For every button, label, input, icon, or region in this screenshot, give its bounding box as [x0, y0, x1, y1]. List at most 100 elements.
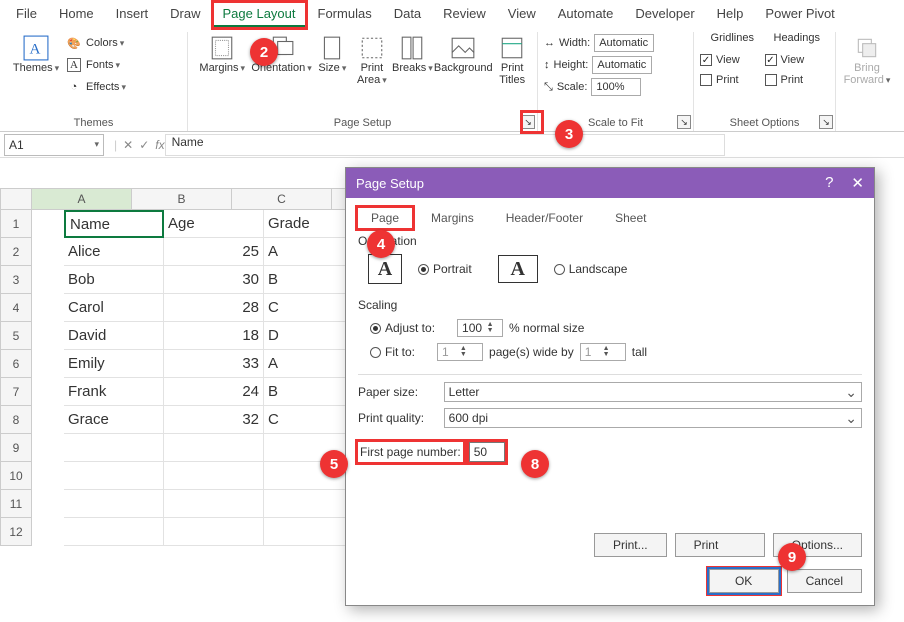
tab-power-pivot[interactable]: Power Pivot	[755, 2, 844, 28]
column-header[interactable]: B	[132, 188, 232, 210]
fit-wide-value[interactable]: 1▲▼	[437, 343, 483, 361]
tab-data[interactable]: Data	[384, 2, 431, 28]
cell[interactable]: David	[64, 322, 164, 350]
cancel-icon[interactable]: ✕	[123, 138, 133, 152]
first-page-number-input[interactable]: 50	[469, 442, 505, 462]
cell[interactable]: 33	[164, 350, 264, 378]
row-header[interactable]: 11	[0, 490, 32, 518]
cell[interactable]: 25	[164, 238, 264, 266]
cell[interactable]	[64, 434, 164, 462]
headings-view-check[interactable]: ✓View	[765, 50, 830, 70]
size-button[interactable]: Size	[313, 32, 353, 76]
row-header[interactable]: 5	[0, 322, 32, 350]
cell[interactable]: Emily	[64, 350, 164, 378]
tab-file[interactable]: File	[6, 2, 47, 28]
help-icon[interactable]: ?	[825, 174, 833, 192]
colors-button[interactable]: 🎨Colors	[66, 32, 126, 54]
accept-icon[interactable]: ✓	[139, 138, 149, 152]
dialog-tab-margins[interactable]: Margins	[416, 206, 489, 230]
tab-automate[interactable]: Automate	[548, 2, 624, 28]
fit-to-radio[interactable]: Fit to:	[370, 345, 415, 359]
row-header[interactable]: 12	[0, 518, 32, 546]
bring-forward-button[interactable]: Bring Forward	[842, 32, 892, 88]
row-header[interactable]: 10	[0, 462, 32, 490]
dialog-tab-sheet[interactable]: Sheet	[600, 206, 661, 230]
landscape-radio[interactable]: Landscape	[554, 262, 628, 276]
tab-home[interactable]: Home	[49, 2, 104, 28]
tab-insert[interactable]: Insert	[106, 2, 159, 28]
fit-tall-value[interactable]: 1▲▼	[580, 343, 626, 361]
ok-button[interactable]: OK	[709, 569, 779, 593]
sheet-options-dialog-launcher[interactable]: ↘	[819, 115, 833, 129]
print-area-button[interactable]: Print Area	[352, 32, 392, 88]
cell[interactable]: 28	[164, 294, 264, 322]
cancel-button[interactable]: Cancel	[787, 569, 862, 593]
print-button[interactable]: Print...	[594, 533, 667, 557]
row-header[interactable]: 1	[0, 210, 32, 238]
print-preview-button[interactable]: Print	[675, 533, 765, 557]
dialog-tab-page[interactable]: Page	[356, 206, 414, 230]
cell[interactable]	[164, 434, 264, 462]
cell[interactable]: Frank	[64, 378, 164, 406]
tab-view[interactable]: View	[498, 2, 546, 28]
background-button[interactable]: Background	[433, 32, 493, 76]
row-header[interactable]: 2	[0, 238, 32, 266]
headings-print-check[interactable]: Print	[765, 70, 830, 90]
height-select[interactable]: Automatic	[592, 56, 652, 74]
row-header[interactable]: 6	[0, 350, 32, 378]
column-header[interactable]: C	[232, 188, 332, 210]
dialog-tab-header-footer[interactable]: Header/Footer	[491, 206, 598, 230]
formula-input[interactable]: Name	[165, 134, 725, 156]
cell[interactable]	[164, 518, 264, 546]
effects-button[interactable]: ◔Effects	[66, 76, 126, 98]
width-select[interactable]: Automatic	[594, 34, 654, 52]
breaks-button[interactable]: Breaks	[392, 32, 433, 76]
paper-size-select[interactable]: Letter	[444, 382, 862, 402]
cell[interactable]	[64, 490, 164, 518]
cell[interactable]: 24	[164, 378, 264, 406]
tab-page-layout[interactable]: Page Layout	[213, 2, 306, 28]
cell[interactable]: Bob	[64, 266, 164, 294]
row-header[interactable]: 4	[0, 294, 32, 322]
portrait-radio[interactable]: Portrait	[418, 262, 472, 276]
column-header[interactable]: A	[32, 188, 132, 210]
tab-draw[interactable]: Draw	[160, 2, 210, 28]
dialog-titlebar[interactable]: Page Setup ? ✕	[346, 168, 874, 198]
row-header[interactable]: 3	[0, 266, 32, 294]
select-all-corner[interactable]	[0, 188, 32, 210]
name-box[interactable]: A1	[4, 134, 104, 156]
adjust-to-radio[interactable]: Adjust to:	[370, 321, 435, 335]
cell[interactable]	[164, 490, 264, 518]
row-header[interactable]: 7	[0, 378, 32, 406]
tab-developer[interactable]: Developer	[625, 2, 704, 28]
cell[interactable]: Carol	[64, 294, 164, 322]
fx-icon[interactable]: fx	[155, 138, 164, 152]
scale-dialog-launcher[interactable]: ↘	[677, 115, 691, 129]
adjust-to-value[interactable]: 100▲▼	[457, 319, 503, 337]
row-header[interactable]: 8	[0, 406, 32, 434]
cell[interactable]	[64, 462, 164, 490]
cell[interactable]	[64, 518, 164, 546]
gridlines-label: Gridlines	[700, 32, 765, 50]
cell[interactable]: Alice	[64, 238, 164, 266]
print-quality-select[interactable]: 600 dpi	[444, 408, 862, 428]
margins-button[interactable]: Margins	[194, 32, 250, 76]
cell[interactable]	[164, 462, 264, 490]
cell[interactable]: Name	[64, 210, 164, 238]
cell[interactable]: Age	[164, 210, 264, 238]
themes-button[interactable]: A Themes	[6, 32, 66, 76]
print-titles-button[interactable]: Print Titles	[493, 32, 531, 88]
close-icon[interactable]: ✕	[851, 174, 864, 192]
tab-review[interactable]: Review	[433, 2, 496, 28]
tab-formulas[interactable]: Formulas	[308, 2, 382, 28]
row-header[interactable]: 9	[0, 434, 32, 462]
gridlines-view-check[interactable]: ✓View	[700, 50, 765, 70]
cell[interactable]: 18	[164, 322, 264, 350]
cell[interactable]: 32	[164, 406, 264, 434]
gridlines-print-check[interactable]: Print	[700, 70, 765, 90]
scale-value[interactable]: 100%	[591, 78, 641, 96]
cell[interactable]: Grace	[64, 406, 164, 434]
fonts-button[interactable]: AFonts	[66, 54, 126, 76]
tab-help[interactable]: Help	[707, 2, 754, 28]
cell[interactable]: 30	[164, 266, 264, 294]
